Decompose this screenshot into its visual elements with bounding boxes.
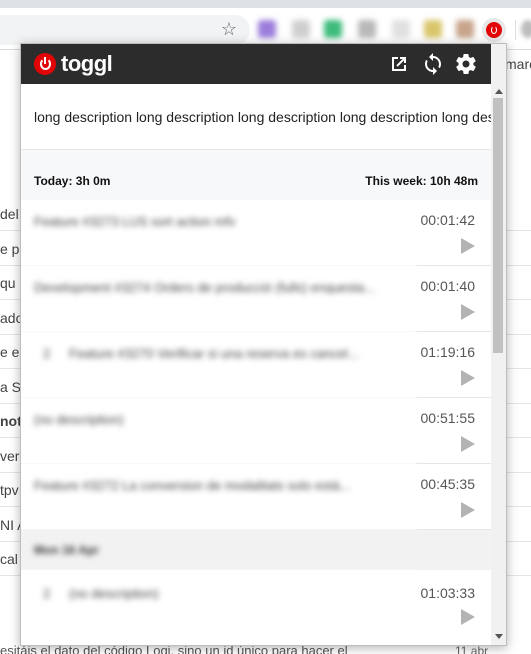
time-entry[interactable]: 2 Feature #3270 Verificar si una reserva…: [21, 332, 491, 398]
day-header: Mon 16 Apr: [21, 530, 491, 570]
scrollbar-thumb[interactable]: [493, 98, 503, 353]
extension-icon[interactable]: [424, 20, 442, 38]
play-icon[interactable]: [461, 502, 475, 518]
extension-icon[interactable]: [392, 20, 410, 38]
browser-tab-strip: [0, 0, 531, 8]
entry-description: Development #3274 Orders de producció (f…: [34, 280, 376, 295]
background-row-text: cal: [0, 551, 18, 567]
bookmark-star-icon[interactable]: ☆: [219, 19, 239, 39]
time-entry[interactable]: Feature #3272 La conversion de modalitat…: [21, 464, 491, 530]
play-icon[interactable]: [461, 238, 475, 254]
entry-duration: 00:45:35: [420, 476, 476, 492]
entry-duration: 00:01:40: [420, 278, 476, 294]
day-header-label: Mon 16 Apr: [34, 543, 99, 557]
sync-icon[interactable]: [421, 52, 445, 76]
scroll-up-arrow-icon[interactable]: [495, 89, 503, 94]
time-entry[interactable]: 2 (no description) 01:03:33: [21, 570, 491, 640]
play-icon[interactable]: [461, 436, 475, 452]
background-row-text: del: [0, 206, 19, 222]
settings-gear-icon[interactable]: [454, 52, 478, 76]
background-tab-text: marc: [505, 56, 531, 72]
time-summary: Today: 3h 0m This week: 10h 48m: [21, 150, 491, 200]
background-row-text: a S: [0, 378, 22, 395]
extension-icon[interactable]: [292, 20, 310, 38]
extension-icon[interactable]: [456, 20, 474, 38]
entry-duration: 01:19:16: [420, 344, 476, 360]
entry-description: Feature #3270 Verificar si una reserva e…: [69, 346, 359, 361]
toolbar-divider: [515, 20, 516, 40]
toggl-popup: toggl long description long description …: [20, 43, 507, 646]
address-bar[interactable]: [0, 15, 250, 45]
entry-group-count[interactable]: 2: [43, 586, 50, 601]
entry-duration: 00:51:55: [420, 410, 476, 426]
time-entry-list: Feature #3273 LUS sort action mfv 00:01:…: [21, 200, 491, 645]
extension-icon[interactable]: [324, 20, 342, 38]
time-entry[interactable]: Development #3274 Orders de producció (f…: [21, 266, 491, 332]
time-entry[interactable]: Feature #3273 LUS sort action mfv 00:01:…: [21, 200, 491, 266]
description-input[interactable]: long description long description long d…: [34, 109, 492, 125]
open-external-icon[interactable]: [387, 52, 411, 76]
play-icon[interactable]: [461, 370, 475, 386]
today-total: Today: 3h 0m: [34, 174, 111, 188]
entry-description: (no description): [69, 586, 159, 601]
entry-duration: 00:01:42: [420, 212, 476, 228]
scroll-down-arrow-icon[interactable]: [495, 634, 503, 639]
entry-description: (no description): [34, 412, 124, 427]
entry-group-count[interactable]: 2: [43, 346, 50, 361]
entry-duration: 01:03:33: [420, 585, 476, 601]
toggl-logo-text: toggl: [61, 51, 113, 76]
background-row-text: ver: [0, 447, 20, 464]
description-input-area[interactable]: long description long description long d…: [21, 84, 492, 150]
toggl-extension-icon[interactable]: [482, 18, 506, 42]
entry-description: Feature #3273 LUS sort action mfv: [34, 214, 236, 229]
background-row-text: qu: [0, 275, 16, 291]
toggl-logo-icon: [34, 53, 56, 75]
week-total: This week: 10h 48m: [365, 174, 478, 188]
play-icon[interactable]: [461, 609, 475, 625]
extension-icon[interactable]: [358, 20, 376, 38]
extension-icon[interactable]: [258, 20, 276, 38]
time-entry[interactable]: (no description) 00:51:55: [21, 398, 491, 464]
extension-icon[interactable]: [521, 20, 531, 38]
play-icon[interactable]: [461, 304, 475, 320]
entry-description: Feature #3272 La conversion de modalitat…: [34, 478, 351, 493]
background-row-text: tpv: [0, 482, 19, 498]
popup-header: toggl: [21, 44, 506, 84]
